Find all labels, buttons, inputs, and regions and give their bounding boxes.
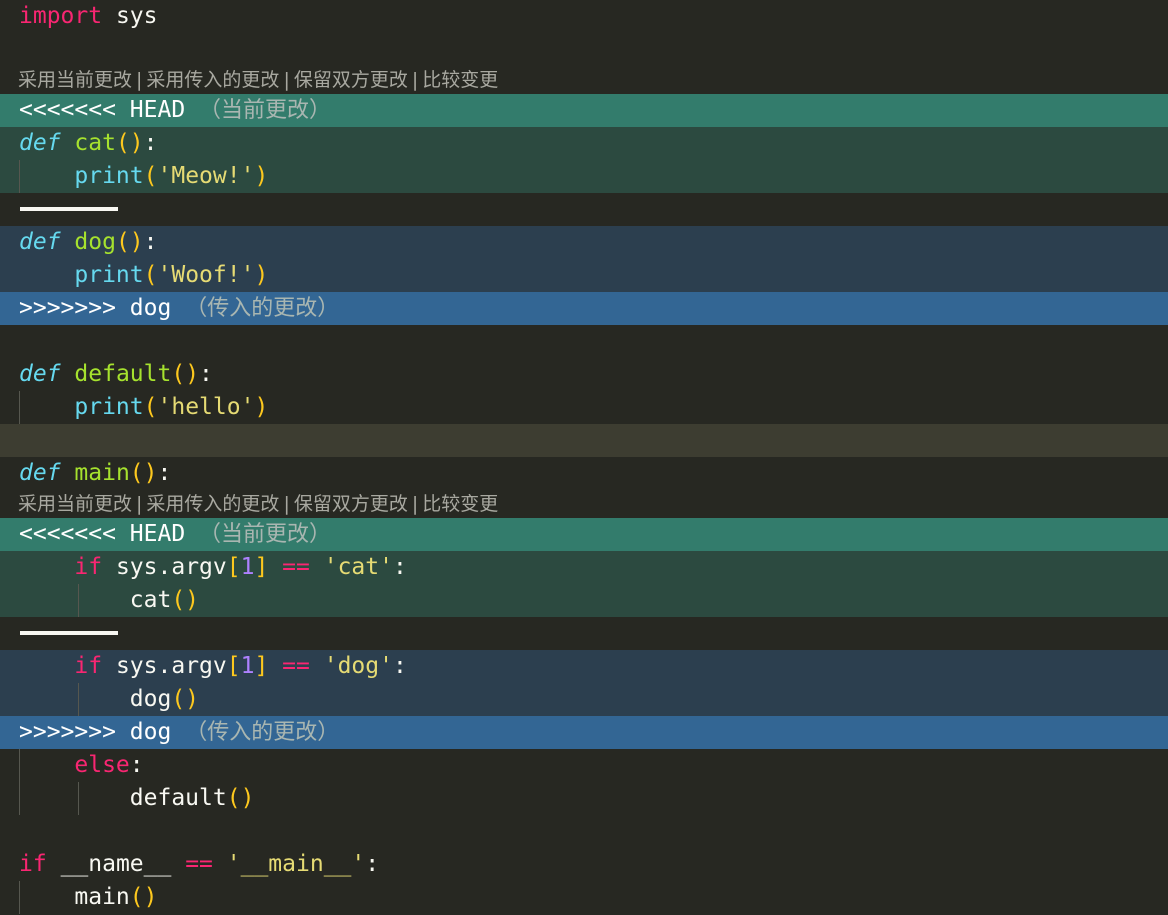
operator: == xyxy=(282,653,310,679)
code-line: cat() xyxy=(0,584,1168,617)
codelens-separator: | xyxy=(283,69,290,91)
keyword: def xyxy=(19,460,61,486)
code-line: def cat(): xyxy=(0,127,1168,160)
code-line: else: xyxy=(0,749,1168,782)
conflict-divider xyxy=(0,617,1168,650)
code-line: if sys.argv[1] == 'cat': xyxy=(0,551,1168,584)
identifier: sys xyxy=(102,3,158,29)
function-name: dog xyxy=(74,229,116,255)
code-editor[interactable]: import sys 采用当前更改 | 采用传入的更改 | 保留双方更改 | 比较变更 <<… xyxy=(0,0,1168,915)
accept-incoming-change-button[interactable]: 采用传入的更改 xyxy=(146,66,279,94)
accept-both-changes-button[interactable]: 保留双方更改 xyxy=(294,66,408,94)
string: 'Woof!' xyxy=(157,262,255,288)
code-line: def main(): xyxy=(19,460,172,486)
string: '__main__' xyxy=(226,851,366,877)
code-line: def dog(): xyxy=(0,226,1168,259)
keyword: if xyxy=(19,851,47,877)
keyword: def xyxy=(19,229,61,255)
string: 'cat' xyxy=(323,554,393,580)
keyword: def xyxy=(19,130,61,156)
codelens-separator: | xyxy=(411,493,419,515)
string: 'hello' xyxy=(157,394,255,420)
code-line: print('Meow!') xyxy=(0,160,1168,193)
builtin: print xyxy=(74,163,144,189)
current-change-header: <<<<<<< HEAD （当前更改） xyxy=(0,94,1168,127)
current-change-label: （当前更改） xyxy=(199,98,332,123)
code-line: main() xyxy=(0,881,1168,914)
keyword: else xyxy=(74,752,130,778)
identifier: sys.argv xyxy=(115,554,227,580)
identifier: dog xyxy=(129,686,172,712)
keyword: if xyxy=(74,554,103,580)
codelens-separator: | xyxy=(411,69,419,91)
builtin: print xyxy=(74,262,144,288)
number: 1 xyxy=(240,653,255,679)
operator: == xyxy=(185,851,213,877)
identifier: __name__ xyxy=(60,851,172,877)
merge-codelens: 采用当前更改 | 采用传入的更改 | 保留双方更改 | 比较变更 xyxy=(0,66,1168,94)
current-line-highlight[interactable] xyxy=(0,424,1168,457)
current-change-header: <<<<<<< HEAD （当前更改） xyxy=(0,518,1168,551)
merge-codelens: 采用当前更改 | 采用传入的更改 | 保留双方更改 | 比较变更 xyxy=(0,490,1168,518)
code-line: print('Woof!') xyxy=(0,259,1168,292)
conflict-divider xyxy=(0,193,1168,226)
keyword: import xyxy=(19,3,103,29)
code-line: def default(): xyxy=(19,361,213,387)
identifier: cat xyxy=(129,587,172,613)
keyword: if xyxy=(74,653,103,679)
accept-incoming-change-button[interactable]: 采用传入的更改 xyxy=(146,490,279,518)
function-name: default xyxy=(74,361,172,387)
conflict-marker: >>>>>>> dog xyxy=(19,295,172,321)
identifier: sys.argv xyxy=(115,653,227,679)
accept-both-changes-button[interactable]: 保留双方更改 xyxy=(294,490,408,518)
conflict-marker: <<<<<<< HEAD xyxy=(19,97,186,123)
incoming-change-footer: >>>>>>> dog （传入的更改） xyxy=(0,716,1168,749)
function-name: main xyxy=(74,460,130,486)
compare-changes-button[interactable]: 比较变更 xyxy=(422,490,498,518)
code-line: if __name__ == '__main__': xyxy=(19,851,380,877)
identifier: default xyxy=(129,785,227,811)
current-change-label: （当前更改） xyxy=(199,522,332,547)
codelens-separator: | xyxy=(136,69,143,91)
code-line: dog() xyxy=(0,683,1168,716)
string: 'Meow!' xyxy=(157,163,255,189)
identifier: main xyxy=(74,884,130,910)
code-line: default() xyxy=(0,782,1168,815)
conflict-marker: >>>>>>> dog xyxy=(19,719,172,745)
builtin: print xyxy=(74,394,144,420)
incoming-change-footer: >>>>>>> dog （传入的更改） xyxy=(0,292,1168,325)
incoming-change-label: （传入的更改） xyxy=(185,720,340,745)
code-line: import sys xyxy=(0,0,1168,33)
number: 1 xyxy=(240,554,255,580)
code-line: print('hello') xyxy=(0,391,1168,424)
accept-current-change-button[interactable]: 采用当前更改 xyxy=(18,490,132,518)
compare-changes-button[interactable]: 比较变更 xyxy=(422,66,498,94)
accept-current-change-button[interactable]: 采用当前更改 xyxy=(18,66,132,94)
codelens-separator: | xyxy=(136,493,143,515)
incoming-change-label: （传入的更改） xyxy=(185,296,340,321)
code-line: if sys.argv[1] == 'dog': xyxy=(0,650,1168,683)
function-name: cat xyxy=(74,130,116,156)
keyword: def xyxy=(19,361,61,387)
string: 'dog' xyxy=(323,653,393,679)
codelens-separator: | xyxy=(283,493,290,515)
conflict-marker: <<<<<<< HEAD xyxy=(19,521,186,547)
operator: == xyxy=(282,554,310,580)
